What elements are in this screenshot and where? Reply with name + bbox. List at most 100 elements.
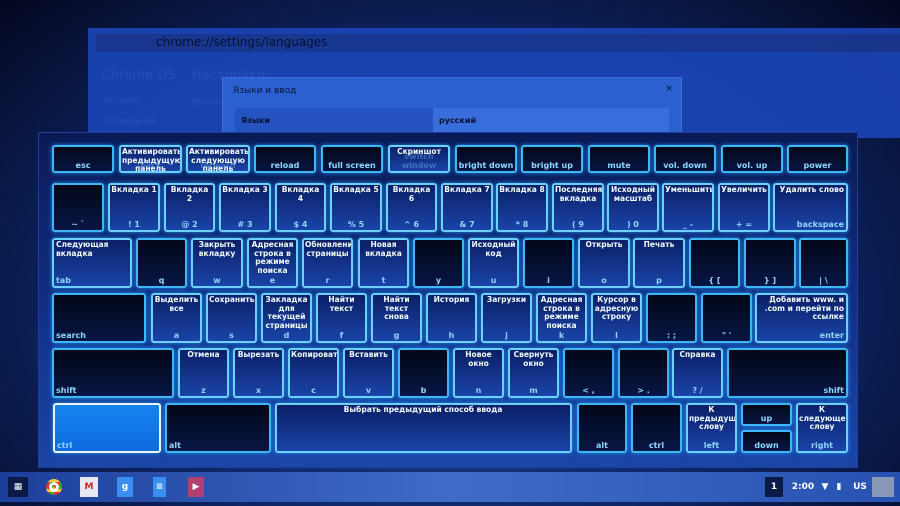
- key-full-screen[interactable]: full screen: [321, 145, 383, 173]
- key-power[interactable]: power: [787, 145, 848, 173]
- key-9[interactable]: Последняя вкладка ( 9: [552, 183, 604, 232]
- key-8[interactable]: Вкладка 8 * 8: [496, 183, 548, 232]
- nav-extensions[interactable]: Расширения: [104, 116, 156, 125]
- key-[interactable]: ~ `: [52, 183, 104, 232]
- key-vol-down[interactable]: vol. down: [654, 145, 716, 173]
- key-5[interactable]: Вкладка 5 % 5: [330, 183, 382, 232]
- selected-language[interactable]: русский: [433, 108, 669, 134]
- key-1[interactable]: Вкладка 1 ! 1: [108, 183, 160, 232]
- docs-icon[interactable]: ≡: [153, 477, 166, 497]
- key-shift[interactable]: shift: [727, 348, 848, 398]
- key-up[interactable]: up: [741, 403, 792, 426]
- key-[interactable]: Уменьшить _ -: [662, 183, 714, 232]
- clock[interactable]: 2:00: [790, 477, 816, 497]
- avatar[interactable]: [872, 477, 894, 497]
- key-[interactable]: " ': [701, 293, 752, 343]
- key-[interactable]: { [: [689, 238, 740, 288]
- key-f[interactable]: Найти текст f: [316, 293, 367, 343]
- key-t[interactable]: Новая вкладка t: [358, 238, 409, 288]
- key-u[interactable]: Исходный код u: [468, 238, 519, 288]
- key-vol-up[interactable]: vol. up: [721, 145, 783, 173]
- key-search[interactable]: search: [52, 293, 146, 343]
- key-p[interactable]: Печать p: [633, 238, 685, 288]
- key-g[interactable]: Найти текст снова g: [371, 293, 422, 343]
- key-v[interactable]: Вставить v: [343, 348, 394, 398]
- key-right[interactable]: К следующему слову right: [796, 403, 848, 453]
- key-ctrl[interactable]: ctrl: [53, 403, 161, 453]
- battery-icon[interactable]: ▮: [834, 477, 844, 497]
- key-[interactable]: } ]: [744, 238, 796, 288]
- key-r[interactable]: Обновление страницы r: [302, 238, 353, 288]
- key-switch-window[interactable]: Скриншот switch window: [388, 145, 450, 173]
- key-action-label: Найти текст: [328, 295, 355, 313]
- key-y[interactable]: y: [413, 238, 464, 288]
- chrome-icon[interactable]: [44, 477, 64, 497]
- key-[interactable]: < ,: [563, 348, 614, 398]
- key-2[interactable]: Вкладка 2 @ 2: [164, 183, 215, 232]
- key-d[interactable]: Закладка для текущей страницы d: [261, 293, 312, 343]
- key-w[interactable]: Закрыть вкладку w: [191, 238, 243, 288]
- key-action-label: Печать: [643, 240, 675, 249]
- key-tab[interactable]: Следующая вкладка tab: [52, 238, 132, 288]
- key-b[interactable]: b: [398, 348, 449, 398]
- nav-history[interactable]: История: [104, 96, 139, 105]
- key-6[interactable]: Вкладка 6 ^ 6: [386, 183, 437, 232]
- key-cap-label: h: [448, 331, 455, 340]
- key-bright-down[interactable]: bright down: [455, 145, 517, 173]
- key-bright-up[interactable]: bright up: [521, 145, 583, 173]
- key-backspace[interactable]: Удалить слово backspace: [773, 183, 848, 232]
- key-k[interactable]: Адресная строка в режиме поиска k: [536, 293, 587, 343]
- key-e[interactable]: Адресная строка в режиме поиска e: [247, 238, 298, 288]
- key-action-label: Вкладка 5: [333, 185, 379, 194]
- key-a[interactable]: Выделить все a: [151, 293, 202, 343]
- key-7[interactable]: Вкладка 7 & 7: [441, 183, 493, 232]
- key-0[interactable]: Исходный масштаб) 0: [607, 183, 659, 232]
- youtube-icon[interactable]: ▶: [188, 477, 204, 497]
- key-back[interactable]: Активировать предыдущую панель back: [119, 145, 182, 173]
- key-left[interactable]: К предыдущему слову left: [686, 403, 737, 453]
- key-ctrl[interactable]: ctrl: [631, 403, 682, 453]
- key-l[interactable]: Курсор в адресную строку l: [591, 293, 642, 343]
- launcher-icon[interactable]: ▦: [8, 477, 28, 497]
- address-bar[interactable]: chrome://settings/languages: [96, 34, 900, 52]
- key-action-label: Вырезать: [237, 350, 280, 359]
- key-[interactable]: Увеличить + =: [718, 183, 770, 232]
- key-i[interactable]: i: [523, 238, 574, 288]
- key-q[interactable]: q: [136, 238, 187, 288]
- key-alt[interactable]: alt: [165, 403, 271, 453]
- key-3[interactable]: Вкладка 3 # 3: [219, 183, 271, 232]
- key-j[interactable]: Загрузки j: [481, 293, 532, 343]
- key-m[interactable]: Свернуть окно m: [508, 348, 559, 398]
- key-cap-label: back: [139, 161, 162, 170]
- key-action-label: Последняя вкладка: [555, 185, 603, 203]
- key-o[interactable]: Открыть o: [578, 238, 630, 288]
- key-cap-label: w: [213, 276, 221, 285]
- key-z[interactable]: Отмена z: [178, 348, 229, 398]
- key-n[interactable]: Новое окно n: [453, 348, 504, 398]
- key-s[interactable]: Сохранить s: [206, 293, 257, 343]
- key-reload[interactable]: reload: [254, 145, 316, 173]
- key-alt[interactable]: alt: [577, 403, 627, 453]
- key-space[interactable]: Выбрать предыдущий способ ввода: [275, 403, 572, 453]
- google-search-icon[interactable]: g: [117, 477, 133, 497]
- key-action-label: Вкладка 8: [499, 185, 545, 194]
- key-esc[interactable]: esc: [52, 145, 114, 173]
- key-[interactable]: | \: [799, 238, 848, 288]
- key-enter[interactable]: Добавить www. и .com и перейти по ссылке…: [755, 293, 848, 343]
- key-x[interactable]: Вырезать x: [233, 348, 284, 398]
- workspace-indicator[interactable]: 1: [765, 477, 783, 497]
- key-forward[interactable]: Активировать следующую панель forward: [186, 145, 250, 173]
- key-down[interactable]: down: [741, 430, 792, 453]
- key-c[interactable]: Копировать c: [288, 348, 339, 398]
- key-4[interactable]: Вкладка 4 $ 4: [275, 183, 326, 232]
- gmail-icon[interactable]: M: [80, 477, 98, 497]
- key-[interactable]: Справка ? /: [672, 348, 723, 398]
- key-mute[interactable]: mute: [588, 145, 650, 173]
- ime-indicator[interactable]: US: [852, 477, 868, 497]
- key-shift[interactable]: shift: [52, 348, 174, 398]
- close-icon[interactable]: ×: [665, 84, 673, 94]
- wifi-icon[interactable]: ▼: [818, 477, 832, 497]
- key-[interactable]: : ;: [646, 293, 697, 343]
- key-h[interactable]: История h: [426, 293, 477, 343]
- key-[interactable]: > .: [618, 348, 669, 398]
